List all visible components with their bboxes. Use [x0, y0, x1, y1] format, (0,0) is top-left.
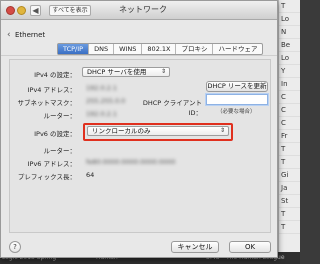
window-title: ネットワーク: [119, 5, 167, 14]
background-list-item: C: [279, 91, 300, 104]
background-list-item: Lo: [279, 52, 300, 65]
background-list-item: N: [279, 26, 300, 39]
prefix-length-value: 64: [86, 171, 95, 179]
dhcp-client-id-label: DHCP クライアント ID：: [142, 99, 202, 117]
ipv6-router-label: ルーター：: [43, 147, 77, 155]
ipv4-address-value: 192.0.2.1: [86, 84, 118, 92]
dhcp-client-id-field[interactable]: [206, 94, 268, 105]
tab-802-1x[interactable]: 802.1X: [142, 44, 177, 54]
ipv4-config-label: IPv4 の設定：: [34, 71, 76, 79]
prefix-length-label: プレフィックス長：: [17, 173, 76, 181]
ok-button[interactable]: OK: [229, 241, 271, 253]
annotation-highlight-box: [83, 123, 233, 141]
ipv4-config-value: DHCP サーバを使用: [87, 68, 147, 76]
subnet-mask-label: サブネットマスク：: [17, 99, 77, 107]
interface-name: Ethernet: [15, 31, 46, 39]
ipv6-address-value: fe80:0000:0000:0000:0000: [86, 158, 176, 166]
ipv4-address-label: IPv4 アドレス：: [27, 86, 76, 94]
background-list-item: C: [279, 104, 300, 117]
background-app-list: T Lo N Be Lo Y In C C C Fr T T Gi Ja St T T: [278, 0, 300, 264]
background-list-item: Gi: [279, 169, 300, 182]
background-list-item: T: [279, 0, 300, 13]
ipv6-config-label: IPv6 の設定：: [34, 130, 76, 138]
background-list-item: Lo: [279, 13, 300, 26]
background-list-item: Y: [279, 65, 300, 78]
background-list-item: C: [279, 117, 300, 130]
background-list-item: T: [279, 208, 300, 221]
background-list-item: St: [279, 195, 300, 208]
background-list-item: Fr: [279, 130, 300, 143]
router-label: ルーター：: [43, 112, 77, 120]
background-list-item: Ja: [279, 182, 300, 195]
chevron-updown-icon: ⇕: [160, 68, 166, 75]
background-list-item: T: [279, 221, 300, 234]
minimize-button[interactable]: [17, 6, 26, 15]
title-bar: ◀ ▶ すべてを表示 ネットワーク: [1, 1, 277, 20]
ipv6-address-label: IPv6 アドレス：: [27, 160, 76, 168]
tab-wins[interactable]: WINS: [114, 44, 143, 54]
background-list-item: Be: [279, 39, 300, 52]
renew-dhcp-lease-button[interactable]: DHCP リースを更新: [206, 81, 268, 92]
ipv4-config-select[interactable]: DHCP サーバを使用 ⇕: [82, 67, 170, 77]
show-all-button[interactable]: すべてを表示: [49, 5, 91, 16]
back-button[interactable]: ◀: [30, 5, 41, 16]
tcp-ip-panel: IPv4 の設定： DHCP サーバを使用 ⇕ IPv4 アドレス： 192.0…: [9, 59, 271, 233]
tab-tcp-ip[interactable]: TCP/IP: [58, 44, 90, 54]
dhcp-client-id-hint: （必要な場合）: [217, 109, 256, 115]
background-list-item: In: [279, 78, 300, 91]
close-button[interactable]: [6, 6, 15, 15]
tab-hardware[interactable]: ハードウェア: [213, 44, 262, 54]
network-preferences-window: ◀ ▶ すべてを表示 ネットワーク ‹ Ethernet TCP/IP DNS …: [0, 0, 278, 258]
background-list-item: T: [279, 143, 300, 156]
subnet-mask-value: 255.255.0.0: [86, 97, 126, 105]
tab-bar: TCP/IP DNS WINS 802.1X プロキシ ハードウェア: [57, 43, 264, 55]
chevron-left-icon[interactable]: ‹: [7, 30, 11, 40]
tab-proxy[interactable]: プロキシ: [176, 44, 214, 54]
help-button[interactable]: ?: [9, 241, 21, 253]
background-list-item: T: [279, 156, 300, 169]
cancel-button[interactable]: キャンセル: [171, 241, 219, 253]
tab-dns[interactable]: DNS: [89, 44, 115, 54]
router-value: 192.0.2.1: [86, 110, 118, 118]
